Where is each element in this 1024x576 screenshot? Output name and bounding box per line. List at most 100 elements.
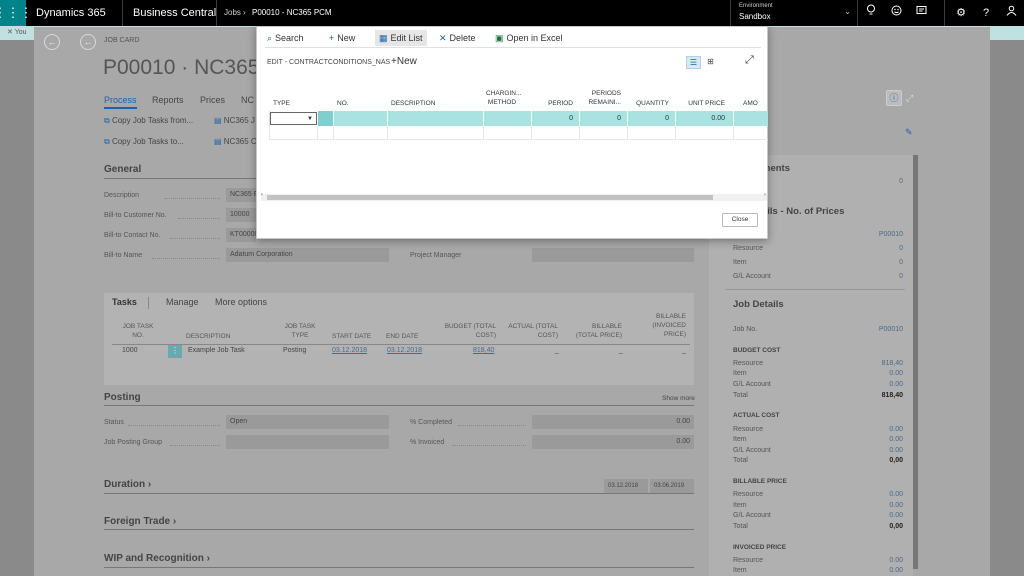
pin-icon[interactable]: ✎ — [905, 127, 913, 138]
prices-job-no[interactable]: P00010 — [879, 231, 903, 238]
type-select[interactable]: ▼ — [270, 112, 317, 125]
smiley-icon[interactable] — [883, 0, 909, 26]
col-end-date[interactable]: END DATE — [386, 332, 418, 341]
scroll-right-icon[interactable]: › — [764, 192, 766, 198]
info-icon[interactable]: ⓘ — [886, 90, 902, 106]
new-button[interactable]: + New — [329, 30, 355, 46]
empty-charging-cell[interactable] — [484, 127, 532, 139]
actual-resource-value[interactable]: 0.00 — [889, 426, 903, 433]
quantity-cell[interactable]: 0 — [628, 111, 676, 126]
col-budget[interactable]: BUDGET (TOTAL COST) — [444, 322, 496, 340]
col-charging-method[interactable]: CHARGIN... METHOD — [486, 89, 521, 107]
prices-resource-value[interactable]: 0 — [899, 245, 903, 252]
list-view-icon[interactable]: ☰ — [686, 56, 701, 69]
bill-to-customer-field[interactable]: 10000 — [226, 208, 256, 222]
charging-method-cell[interactable] — [484, 111, 532, 126]
nc365-action-button-2[interactable]: ▤ NC365 C — [214, 137, 257, 146]
empty-type-cell[interactable] — [269, 127, 318, 139]
actual-gl-value[interactable]: 0.00 — [889, 447, 903, 454]
budget-resource-value[interactable]: 818,40 — [882, 360, 903, 367]
foreign-trade-heading[interactable]: Foreign Trade › — [104, 516, 176, 527]
tab-nc[interactable]: NC — [241, 95, 254, 105]
row-menu-icon[interactable]: ⋮ — [168, 345, 182, 358]
empty-description-cell[interactable] — [388, 127, 484, 139]
product-name[interactable]: Business Central — [133, 0, 216, 26]
budget-gl-value[interactable]: 0.00 — [889, 381, 903, 388]
periods-remaining-cell[interactable]: 0 — [580, 111, 628, 126]
col-description[interactable]: DESCRIPTION — [391, 99, 435, 108]
bill-to-name-field[interactable]: Adatum Corporation — [226, 248, 389, 262]
job-no-value[interactable]: P00010 — [879, 326, 903, 333]
close-button[interactable]: Close — [722, 213, 758, 227]
col-billable[interactable]: BILLABLE (TOTAL PRICE) — [568, 322, 622, 340]
chat-icon[interactable] — [908, 0, 934, 26]
back-arrow-icon[interactable]: ← — [80, 34, 96, 50]
col-unit-price[interactable]: UNIT PRICE — [677, 99, 725, 108]
budget-item-value[interactable]: 0.00 — [889, 370, 903, 377]
invoiced-item-value[interactable]: 0.00 — [889, 567, 903, 574]
prices-item-value[interactable]: 0 — [899, 259, 903, 266]
status-field[interactable]: Open — [226, 415, 389, 429]
unit-price-cell[interactable]: 0.00 — [676, 111, 734, 126]
period-cell[interactable]: 0 — [532, 111, 580, 126]
delete-button[interactable]: ✕ Delete — [439, 30, 476, 46]
gear-icon[interactable]: ⚙ — [948, 0, 974, 26]
factbox-scrollbar[interactable] — [913, 155, 918, 569]
nc365-action-button[interactable]: ▤ NC365 J — [214, 116, 255, 125]
description-field[interactable]: NC365 F — [226, 188, 256, 202]
prices-gl-value[interactable]: 0 — [899, 273, 903, 280]
lightbulb-icon[interactable] — [858, 0, 884, 26]
manage-tab[interactable]: Manage — [166, 297, 199, 307]
billable-resource-value[interactable]: 0.00 — [889, 491, 903, 498]
job-posting-group-field[interactable] — [226, 435, 389, 449]
col-period[interactable]: PERIOD — [533, 99, 573, 108]
empty-period-cell[interactable] — [532, 127, 580, 139]
scrollbar-thumb[interactable] — [267, 195, 713, 200]
tab-reports[interactable]: Reports — [152, 95, 184, 105]
col-job-task-type[interactable]: JOB TASK TYPE — [280, 322, 320, 340]
col-quantity[interactable]: QUANTITY — [629, 99, 669, 108]
scroll-left-icon[interactable]: ‹ — [261, 192, 263, 198]
job-details-heading[interactable]: Job Details — [733, 299, 784, 310]
expand-icon[interactable]: ⤢ — [906, 93, 913, 104]
empty-no-cell[interactable] — [334, 127, 388, 139]
inline-new-button[interactable]: +New — [391, 56, 417, 67]
close-icon[interactable]: ✕ — [7, 29, 15, 36]
task-budget[interactable]: 818,40 — [473, 347, 494, 354]
row-selector[interactable] — [318, 111, 334, 126]
attachments-count[interactable]: 0 — [899, 178, 903, 185]
help-icon[interactable]: ? — [973, 0, 999, 26]
no-cell[interactable] — [334, 111, 388, 126]
copy-job-tasks-to-button[interactable]: ⧉ Copy Job Tasks to... — [104, 137, 184, 147]
billable-item-value[interactable]: 0.00 — [889, 502, 903, 509]
wip-heading[interactable]: WIP and Recognition › — [104, 553, 210, 564]
expand-icon[interactable]: ⤢ — [745, 54, 754, 67]
project-manager-field[interactable] — [532, 248, 694, 262]
col-billable-invoiced[interactable]: BILLABLE (INVOICED PRICE) — [634, 312, 686, 339]
empty-row-selector[interactable] — [318, 127, 334, 139]
task-end-date[interactable]: 03.12.2018 — [387, 347, 422, 354]
description-cell[interactable] — [388, 111, 484, 126]
app-launcher-icon[interactable]: ⋮⋮⋮ — [0, 0, 33, 26]
copy-job-tasks-from-button[interactable]: ⧉ Copy Job Tasks from... — [104, 116, 193, 126]
general-heading[interactable]: General — [104, 164, 141, 175]
col-description[interactable]: DESCRIPTION — [186, 332, 230, 341]
empty-periods-remaining-cell[interactable] — [580, 127, 628, 139]
open-in-excel-button[interactable]: ▣ Open in Excel — [495, 30, 563, 46]
edit-list-button[interactable]: ▦ Edit List — [375, 30, 427, 46]
billable-gl-value[interactable]: 0.00 — [889, 512, 903, 519]
environment-switcher[interactable]: Environment Sandbox ⌄ — [730, 0, 858, 26]
col-job-task-no[interactable]: JOB TASK NO. — [116, 322, 160, 340]
search-button[interactable]: ⌕ Search — [267, 30, 304, 46]
col-start-date[interactable]: START DATE — [332, 332, 371, 341]
task-start-date[interactable]: 03.12.2018 — [332, 347, 367, 354]
duration-heading[interactable]: Duration › — [104, 479, 151, 490]
bill-to-contact-field[interactable]: KT00000 — [226, 228, 256, 242]
empty-quantity-cell[interactable] — [628, 127, 676, 139]
breadcrumb-jobs[interactable]: Jobs — [224, 0, 241, 26]
horizontal-scrollbar[interactable]: ‹ › — [261, 192, 767, 201]
prices-heading[interactable]: ails - No. of Prices — [762, 206, 844, 217]
invoiced-resource-value[interactable]: 0.00 — [889, 557, 903, 564]
more-options-tab[interactable]: More options — [215, 297, 267, 307]
tile-view-icon[interactable]: ⊞ — [703, 56, 718, 69]
